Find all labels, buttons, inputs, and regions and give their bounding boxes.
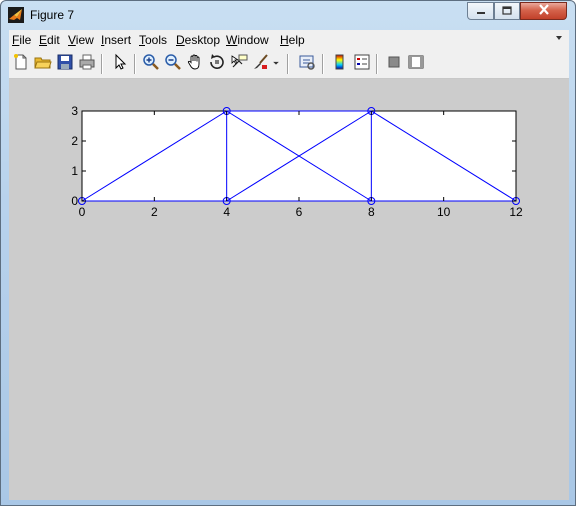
- figure-canvas: 0 2 4 6 8 10 12 0 1 2 3: [9, 79, 569, 500]
- zoom-out-icon: [164, 53, 182, 76]
- figure-toolbar: [9, 50, 569, 79]
- y-tick-label: 2: [71, 134, 78, 148]
- menu-desktop[interactable]: Desktop: [176, 33, 220, 47]
- save-button[interactable]: [54, 53, 76, 75]
- menubar-dock-icon[interactable]: [555, 34, 563, 45]
- brush-button[interactable]: [250, 53, 272, 75]
- menu-bar: File Edit View Insert Tools Desktop Wind…: [9, 30, 569, 50]
- menu-insert[interactable]: Insert: [101, 33, 131, 47]
- x-tick-label: 2: [151, 205, 158, 219]
- close-icon: [538, 2, 550, 20]
- minimize-button[interactable]: [467, 2, 494, 20]
- toolbar-separator: [376, 54, 378, 74]
- menu-edit[interactable]: Edit: [39, 33, 60, 47]
- x-tick-label: 8: [368, 205, 375, 219]
- pan-button[interactable]: [184, 53, 206, 75]
- show-plot-tools-button[interactable]: [405, 53, 427, 75]
- toolbar-separator: [287, 54, 289, 74]
- menu-help[interactable]: Help: [280, 33, 305, 47]
- rotate-3d-button[interactable]: [206, 53, 228, 75]
- colorbar-icon: [331, 53, 349, 76]
- colorbar-button[interactable]: [329, 53, 351, 75]
- chevron-down-icon: [271, 55, 281, 73]
- zoom-in-button[interactable]: [140, 53, 162, 75]
- open-file-icon: [34, 53, 52, 76]
- hide-plot-tools-button[interactable]: [383, 53, 405, 75]
- link-plot-button[interactable]: [297, 53, 319, 75]
- save-icon: [56, 53, 74, 76]
- y-tick-label: 0: [71, 194, 78, 208]
- show-plot-tools-icon: [407, 53, 425, 76]
- x-tick-label: 10: [437, 205, 451, 219]
- x-tick-label: 0: [79, 205, 86, 219]
- data-cursor-button[interactable]: [228, 53, 250, 75]
- toolbar-separator: [101, 54, 103, 74]
- window-title: Figure 7: [30, 8, 75, 22]
- truss-axes[interactable]: 0 2 4 6 8 10 120123: [9, 79, 569, 500]
- print-button[interactable]: [76, 53, 98, 75]
- link-plot-icon: [299, 53, 317, 76]
- menu-tools[interactable]: Tools: [139, 33, 167, 47]
- data-cursor-icon: [230, 53, 248, 76]
- open-file-button[interactable]: [32, 53, 54, 75]
- y-tick-label: 1: [71, 164, 78, 178]
- menu-file[interactable]: File: [12, 33, 31, 47]
- brush-dropdown-button[interactable]: [271, 53, 281, 75]
- zoom-out-button[interactable]: [162, 53, 184, 75]
- y-tick-label: 3: [71, 104, 78, 118]
- new-figure-icon: [12, 53, 30, 76]
- legend-button[interactable]: [351, 53, 373, 75]
- menu-window[interactable]: Window: [226, 33, 269, 47]
- matlab-logo-icon: [8, 7, 24, 23]
- brush-icon: [252, 53, 270, 76]
- title-bar[interactable]: Figure 7: [1, 1, 575, 30]
- select-pointer-button[interactable]: [109, 53, 131, 75]
- hide-plot-tools-icon: [385, 53, 403, 76]
- client-area: File Edit View Insert Tools Desktop Wind…: [9, 30, 569, 500]
- select-pointer-icon: [111, 53, 129, 76]
- toolbar-separator: [322, 54, 324, 74]
- minimize-icon: [476, 2, 486, 20]
- figure-window: Figure 7 File Edit View Insert Tools Des…: [0, 0, 576, 506]
- maximize-icon: [502, 2, 512, 20]
- zoom-in-icon: [142, 53, 160, 76]
- new-figure-button[interactable]: [10, 53, 32, 75]
- pan-hand-icon: [186, 53, 204, 76]
- toolbar-separator: [134, 54, 136, 74]
- print-icon: [78, 53, 96, 76]
- close-button[interactable]: [520, 2, 567, 20]
- x-tick-label: 4: [223, 205, 230, 219]
- legend-icon: [353, 53, 371, 76]
- x-tick-label: 12: [509, 205, 523, 219]
- menu-view[interactable]: View: [68, 33, 94, 47]
- maximize-button[interactable]: [494, 2, 520, 20]
- x-tick-label: 6: [296, 205, 303, 219]
- rotate-3d-icon: [208, 53, 226, 76]
